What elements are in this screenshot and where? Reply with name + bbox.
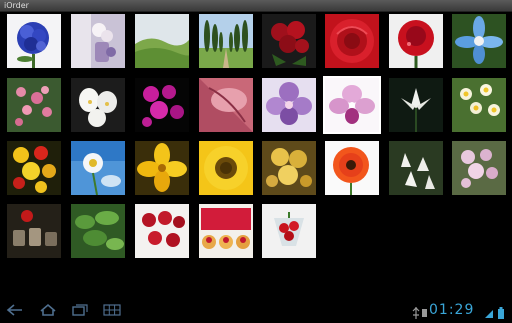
recent-apps-button[interactable]	[71, 303, 89, 317]
thumb-green-plants[interactable]	[71, 204, 125, 258]
thumb-daffodils[interactable]	[452, 78, 506, 132]
thumb-red-rose-dew[interactable]	[389, 14, 443, 68]
photo-grid	[0, 11, 512, 300]
notification-icon	[421, 304, 428, 323]
thumb-red-apples[interactable]	[135, 204, 189, 258]
wifi-signal-icon	[484, 304, 494, 323]
thumb-pink-orchid[interactable]	[323, 76, 381, 134]
thumb-pink-petal-closeup[interactable]	[199, 78, 253, 132]
system-bar: 01:29	[0, 300, 512, 320]
thumb-cypress-avenue[interactable]	[199, 14, 253, 68]
thumb-yellow-bouquet[interactable]	[262, 141, 316, 195]
app-title: iOrder	[4, 1, 29, 10]
thumb-pink-blossoms[interactable]	[7, 78, 61, 132]
thumb-magenta-orchids[interactable]	[135, 78, 189, 132]
clock: 01:29	[429, 302, 475, 318]
thumb-green-hills[interactable]	[135, 14, 189, 68]
thumb-white-lilies[interactable]	[389, 141, 443, 195]
usb-debug-icon	[412, 304, 420, 323]
thumb-blue-flower[interactable]	[452, 14, 506, 68]
thumb-white-orchids[interactable]	[71, 78, 125, 132]
thumb-red-roses[interactable]	[262, 14, 316, 68]
thumb-white-lily-dark[interactable]	[389, 78, 443, 132]
thumb-jars-red[interactable]	[7, 204, 61, 258]
thumb-orange-gerbera[interactable]	[325, 141, 379, 195]
thumb-blue-hydrangea[interactable]	[7, 14, 61, 68]
grid-menu-icon	[103, 304, 121, 316]
thumb-yellow-flower[interactable]	[135, 141, 189, 195]
thumb-pink-lilies[interactable]	[452, 141, 506, 195]
thumb-raspberries-tarts[interactable]	[199, 204, 253, 258]
battery-icon	[497, 304, 505, 323]
thumb-yellow-red-flowers[interactable]	[7, 141, 61, 195]
thumb-white-roses-vase[interactable]	[71, 14, 125, 68]
home-icon	[40, 303, 56, 316]
thumb-strawberry-glass[interactable]	[262, 204, 316, 258]
back-icon	[6, 304, 22, 316]
thumb-daisy-sky[interactable]	[71, 141, 125, 195]
menu-button[interactable]	[103, 303, 121, 317]
thumb-sunflower[interactable]	[199, 141, 253, 195]
recent-apps-icon	[72, 304, 88, 316]
back-button[interactable]	[6, 303, 24, 317]
thumb-red-rose-closeup[interactable]	[325, 14, 379, 68]
thumb-purple-orchid[interactable]	[262, 78, 316, 132]
home-button[interactable]	[39, 303, 57, 317]
